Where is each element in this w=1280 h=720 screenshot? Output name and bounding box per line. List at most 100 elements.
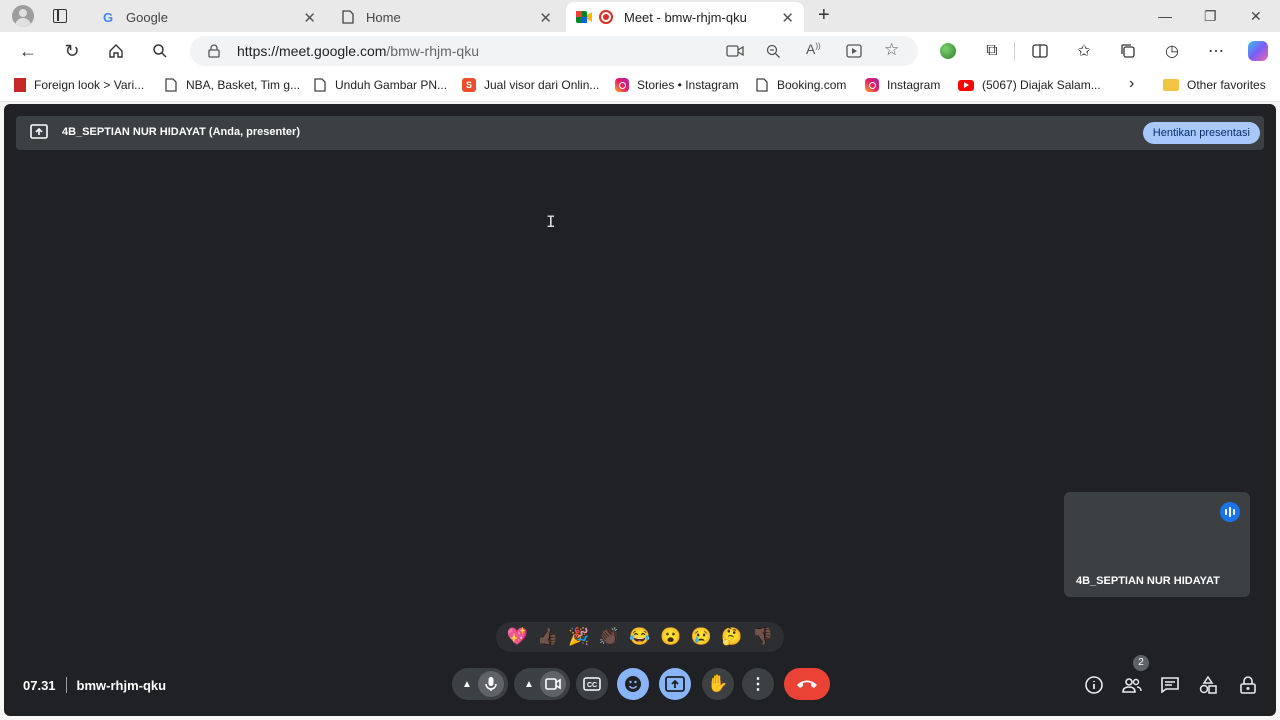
more-options-button[interactable]: ⋮ (742, 668, 774, 700)
instagram-icon (865, 78, 879, 92)
present-screen-icon (30, 124, 48, 145)
end-call-icon (797, 680, 817, 688)
bookmark-item[interactable]: Instagram (865, 78, 940, 92)
tab-meet[interactable]: Meet - bmw-rhjm-qku ✕ (566, 2, 804, 32)
zoom-icon[interactable] (766, 44, 781, 64)
camera-icon[interactable] (540, 671, 566, 697)
reaction-laughing[interactable]: 😂 (626, 627, 654, 647)
camera-control[interactable]: ▲ (514, 668, 570, 700)
tab-label: Home (366, 9, 401, 25)
google-icon: G (102, 9, 114, 25)
more-menu-icon[interactable]: ⋯ (1206, 41, 1226, 61)
minimize-icon[interactable]: — (1158, 8, 1172, 24)
captions-icon: CC (583, 677, 601, 691)
bookmark-item[interactable]: Stories • Instagram (615, 78, 739, 92)
reaction-thinking[interactable]: 🤔 (718, 627, 746, 647)
tab-actions-icon[interactable] (53, 9, 67, 23)
history-icon[interactable]: ◷ (1162, 41, 1182, 61)
captions-button[interactable]: CC (576, 668, 608, 700)
bookmark-item[interactable]: Foreign look > Vari... (14, 78, 144, 92)
meeting-details: 07.31 bmw-rhjm-qku (23, 677, 166, 693)
profile-avatar[interactable] (12, 5, 34, 27)
extensions-icon[interactable]: ⧉ (982, 41, 1002, 61)
microphone-icon[interactable] (478, 671, 504, 697)
document-icon (164, 78, 178, 92)
chevron-up-icon[interactable]: ▲ (518, 679, 540, 690)
meet-stage: 4B_SEPTIAN NUR HIDAYAT (Anda, presenter)… (4, 104, 1276, 716)
raise-hand-button[interactable]: ✋ (702, 668, 734, 700)
browser-titlebar: G Google ✕ Home ✕ Meet - bmw-rhjm-qku ✕ … (0, 0, 1280, 32)
shopee-icon: S (462, 78, 476, 92)
reactions-bar: 💖 👍🏿 🎉 👏🏿 😂 😮 😢 🤔 👎🏿 (496, 622, 784, 652)
close-icon[interactable]: ✕ (539, 9, 552, 27)
toolbar-divider (1014, 42, 1015, 60)
instagram-icon (615, 78, 629, 92)
presenter-label: 4B_SEPTIAN NUR HIDAYAT (Anda, presenter) (62, 126, 300, 138)
search-icon[interactable] (150, 41, 170, 61)
lock-icon[interactable] (208, 44, 220, 63)
url-text: https://meet.google.com/bmw-rhjm-qku (237, 43, 479, 59)
people-icon[interactable] (1121, 674, 1143, 696)
self-view-tile[interactable]: 4B_SEPTIAN NUR HIDAYAT (1064, 492, 1250, 597)
meet-icon (576, 9, 592, 25)
favorites-icon[interactable]: ✩ (1074, 41, 1094, 61)
present-screen-button[interactable] (659, 668, 691, 700)
tab-label: Google (126, 9, 168, 25)
home-icon[interactable] (106, 41, 126, 61)
browser-toolbar: ← ↻ https://meet.google.com/bmw-rhjm-qku… (0, 32, 1280, 70)
read-aloud-icon[interactable]: A)) (806, 41, 821, 57)
speaking-indicator-icon (1220, 502, 1240, 522)
extension-globe-icon[interactable] (938, 41, 958, 61)
new-tab-button[interactable]: + (818, 4, 830, 27)
bookmark-item[interactable]: Booking.com (755, 78, 846, 92)
tab-google[interactable]: G Google ✕ (90, 2, 326, 32)
close-icon[interactable]: ✕ (781, 9, 794, 27)
reaction-thumbs-up[interactable]: 👍🏿 (534, 627, 562, 647)
copilot-icon[interactable] (1248, 41, 1268, 61)
split-screen-icon[interactable] (1030, 41, 1050, 61)
bookmark-item[interactable]: (5067) Diajak Salam... (958, 78, 1101, 92)
activities-icon[interactable] (1197, 674, 1219, 696)
meeting-time: 07.31 (23, 677, 56, 693)
meeting-info-icon[interactable] (1083, 674, 1105, 696)
document-icon (313, 78, 327, 92)
back-icon[interactable]: ← (18, 41, 38, 61)
favorite-star-icon[interactable]: ☆ (884, 40, 899, 60)
bookmark-item[interactable]: Unduh Gambar PN... (313, 78, 447, 92)
bookmarks-overflow-icon[interactable]: › (1129, 75, 1134, 93)
site-logo-icon (14, 78, 26, 92)
bookmark-item[interactable]: S Jual visor dari Onlin... (462, 78, 599, 92)
meeting-code: bmw-rhjm-qku (76, 677, 167, 693)
reaction-party-popper[interactable]: 🎉 (565, 627, 593, 647)
self-name: 4B_SEPTIAN NUR HIDAYAT (1076, 575, 1220, 587)
reaction-surprised[interactable]: 😮 (657, 627, 685, 647)
tab-home[interactable]: Home ✕ (330, 2, 562, 32)
svg-text:CC: CC (587, 682, 597, 689)
bookmark-folder-other[interactable]: Other favorites (1163, 78, 1266, 92)
stop-presenting-button[interactable]: Hentikan presentasi (1142, 122, 1260, 144)
leave-call-button[interactable] (784, 668, 830, 700)
youtube-icon (958, 79, 974, 91)
refresh-icon[interactable]: ↻ (62, 41, 82, 61)
chat-icon[interactable] (1159, 674, 1181, 696)
camera-permission-icon[interactable] (726, 44, 744, 63)
restore-icon[interactable]: ❐ (1204, 8, 1217, 25)
collections-icon[interactable] (1118, 41, 1138, 61)
reaction-clapping[interactable]: 👏🏿 (595, 627, 623, 647)
close-icon[interactable]: ✕ (303, 9, 316, 27)
host-controls-icon[interactable] (1237, 674, 1259, 696)
reaction-thumbs-down[interactable]: 👎🏿 (749, 627, 777, 647)
reaction-sad[interactable]: 😢 (687, 627, 715, 647)
folder-icon (1163, 79, 1179, 91)
reaction-sparkling-heart[interactable]: 💖 (503, 627, 531, 647)
emoji-reactions-button[interactable] (617, 668, 649, 700)
present-screen-icon (665, 676, 685, 692)
bookmark-item[interactable]: NBA, Basket, Tim g... (164, 78, 300, 92)
document-icon (755, 78, 769, 92)
tab-label: Meet - bmw-rhjm-qku (624, 9, 747, 25)
chevron-up-icon[interactable]: ▲ (456, 679, 478, 690)
address-bar[interactable]: https://meet.google.com/bmw-rhjm-qku A))… (190, 36, 918, 66)
microphone-control[interactable]: ▲ (452, 668, 508, 700)
window-close-icon[interactable]: ✕ (1250, 8, 1262, 25)
video-enhance-icon[interactable] (846, 44, 862, 63)
